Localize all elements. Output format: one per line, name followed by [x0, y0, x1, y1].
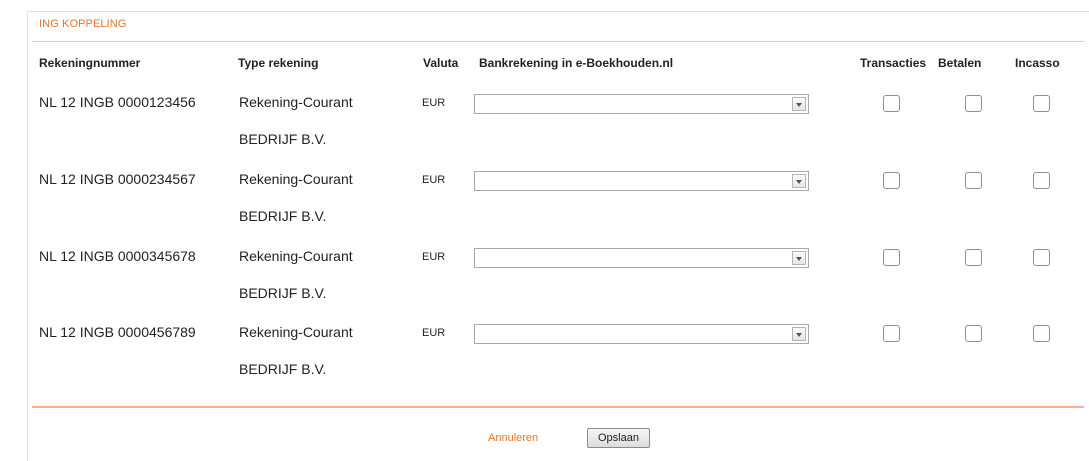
- account-type: Rekening-Courant: [239, 94, 353, 110]
- table-row: NL 12 INGB 0000345678 Rekening-Courant B…: [28, 246, 1089, 322]
- payments-checkbox[interactable]: [965, 95, 982, 112]
- account-type: Rekening-Courant: [239, 324, 353, 340]
- chevron-down-icon: [796, 257, 802, 261]
- dropdown-button[interactable]: [792, 174, 806, 188]
- currency-label: EUR: [422, 327, 446, 339]
- account-holder: BEDRIJF B.V.: [239, 131, 327, 147]
- bookkeeping-account-select[interactable]: [474, 324, 809, 344]
- chevron-down-icon: [796, 333, 802, 337]
- bookkeeping-account-select[interactable]: [474, 248, 809, 268]
- dropdown-button[interactable]: [792, 327, 806, 341]
- transactions-checkbox[interactable]: [883, 172, 900, 189]
- column-header-currency: Valuta: [423, 56, 459, 70]
- payments-checkbox[interactable]: [965, 249, 982, 266]
- footer-divider: [32, 406, 1084, 408]
- column-header-account-type: Type rekening: [238, 56, 319, 70]
- collection-checkbox[interactable]: [1033, 249, 1050, 266]
- chevron-down-icon: [796, 180, 802, 184]
- account-holder: BEDRIJF B.V.: [239, 361, 327, 377]
- table-row: NL 12 INGB 0000456789 Rekening-Courant B…: [28, 322, 1089, 398]
- save-button[interactable]: Opslaan: [587, 428, 650, 448]
- currency-label: EUR: [422, 251, 446, 263]
- ing-link-panel: ING KOPPELING Rekeningnummer Type rekeni…: [27, 11, 1089, 461]
- account-number: NL 12 INGB 0000234567: [39, 171, 196, 187]
- transactions-checkbox[interactable]: [883, 95, 900, 112]
- account-type: Rekening-Courant: [239, 248, 353, 264]
- column-header-collection: Incasso: [1015, 56, 1060, 70]
- panel-title: ING KOPPELING: [39, 18, 127, 30]
- column-header-payments: Betalen: [938, 56, 982, 70]
- collection-checkbox[interactable]: [1033, 325, 1050, 342]
- collection-checkbox[interactable]: [1033, 172, 1050, 189]
- column-header-bookkeeping-account: Bankrekening in e-Boekhouden.nl: [479, 56, 674, 70]
- account-type: Rekening-Courant: [239, 171, 353, 187]
- column-header-transactions: Transacties: [860, 56, 927, 70]
- dropdown-button[interactable]: [792, 251, 806, 265]
- table-row: NL 12 INGB 0000234567 Rekening-Courant B…: [28, 169, 1089, 245]
- table-row: NL 12 INGB 0000123456 Rekening-Courant B…: [28, 92, 1089, 168]
- transactions-checkbox[interactable]: [883, 325, 900, 342]
- bookkeeping-account-select[interactable]: [474, 94, 809, 114]
- currency-label: EUR: [422, 174, 446, 186]
- transactions-checkbox[interactable]: [883, 249, 900, 266]
- currency-label: EUR: [422, 97, 446, 109]
- account-number: NL 12 INGB 0000123456: [39, 94, 196, 110]
- bookkeeping-account-select[interactable]: [474, 171, 809, 191]
- payments-checkbox[interactable]: [965, 172, 982, 189]
- column-header-account-number: Rekeningnummer: [39, 56, 141, 70]
- account-holder: BEDRIJF B.V.: [239, 285, 327, 301]
- chevron-down-icon: [796, 103, 802, 107]
- account-number: NL 12 INGB 0000456789: [39, 324, 196, 340]
- account-holder: BEDRIJF B.V.: [239, 208, 327, 224]
- account-number: NL 12 INGB 0000345678: [39, 248, 196, 264]
- collection-checkbox[interactable]: [1033, 95, 1050, 112]
- title-divider: [32, 41, 1084, 42]
- payments-checkbox[interactable]: [965, 325, 982, 342]
- cancel-link[interactable]: Annuleren: [488, 432, 538, 444]
- dropdown-button[interactable]: [792, 97, 806, 111]
